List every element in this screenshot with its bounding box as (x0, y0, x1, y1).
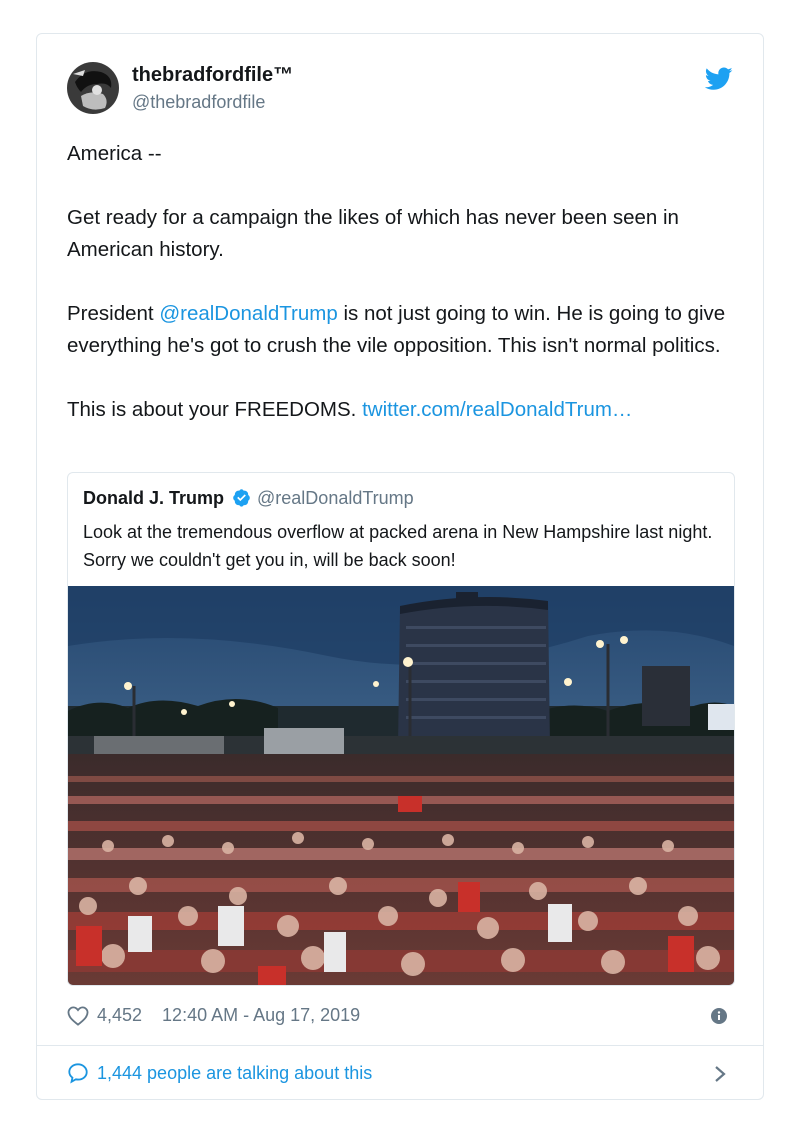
tweet-paragraph: President @realDonaldTrump is not just g… (67, 298, 739, 362)
quoted-tweet-header: Donald J. Trump @realDonaldTrump (83, 488, 414, 509)
tweet-paragraph: This is about your FREEDOMS. twitter.com… (67, 394, 739, 426)
author-handle[interactable]: @thebradfordfile (132, 92, 265, 113)
conversation-link[interactable]: 1,444 people are talking about this (67, 1062, 372, 1084)
quoted-tweet-photo[interactable] (68, 586, 734, 985)
tweet-meta: 4,452 12:40 AM - Aug 17, 2019 (67, 1005, 360, 1026)
tweet-text-segment: President (67, 302, 160, 325)
timestamp[interactable]: 12:40 AM - Aug 17, 2019 (162, 1005, 360, 1026)
quoted-tweet[interactable]: Donald J. Trump @realDonaldTrump Look at … (67, 472, 735, 986)
mention-link[interactable]: @realDonaldTrump (159, 302, 337, 325)
tweet-link[interactable]: twitter.com/realDonaldTrum… (362, 398, 632, 421)
avatar[interactable] (67, 62, 119, 114)
divider (37, 1045, 763, 1046)
quoted-author-name[interactable]: Donald J. Trump (83, 488, 224, 508)
tweet-card: thebradfordfile™ @thebradfordfile Americ… (36, 33, 764, 1100)
twitter-bird-icon[interactable] (705, 67, 733, 91)
quoted-author-handle[interactable]: @realDonaldTrump (257, 488, 414, 508)
tweet-paragraph: Get ready for a campaign the likes of wh… (67, 206, 679, 261)
tweet-paragraph: America -- (67, 142, 162, 165)
tweet-text: America -- Get ready for a campaign the … (67, 138, 739, 426)
tweet-text-segment: This is about your FREEDOMS. (67, 398, 363, 421)
heart-icon[interactable] (67, 1005, 89, 1026)
conversation-count[interactable]: 1,444 people are talking about this (97, 1063, 372, 1084)
author-display-name[interactable]: thebradfordfile™ (132, 64, 293, 87)
verified-badge-icon (233, 489, 250, 507)
quoted-tweet-text: Look at the tremendous overflow at packe… (83, 522, 713, 570)
chevron-right-icon[interactable] (713, 1064, 727, 1084)
comment-bubble-icon (68, 1063, 88, 1084)
info-icon[interactable] (711, 1008, 727, 1024)
like-count[interactable]: 4,452 (97, 1005, 142, 1026)
